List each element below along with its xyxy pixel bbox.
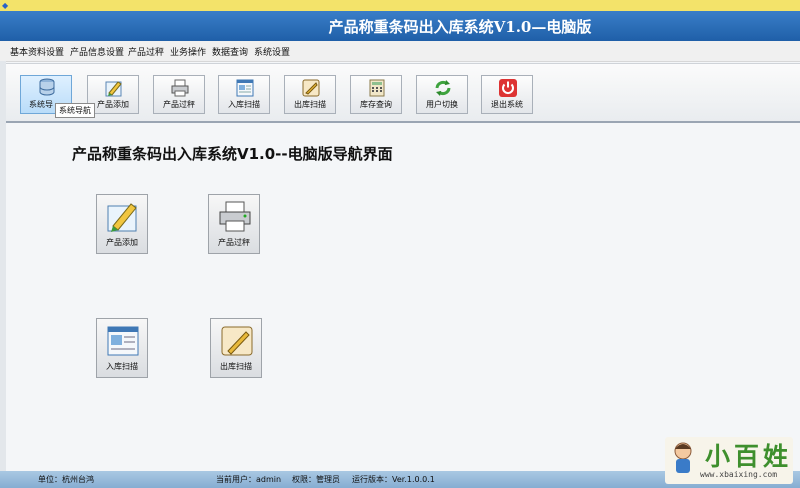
toolbar-product-weigh-button[interactable]: 产品过秤 [153,75,205,114]
watermark-url: www.xbaixing.com [700,470,778,479]
app-icon: ◆ [2,1,9,10]
printer-icon [171,79,189,97]
toolbar-product-weigh-label: 产品过秤 [163,100,195,109]
menu-product-info[interactable]: 产品信息设置 [70,45,124,58]
title-bar: 产品称重条码出入库系统V1.0—电脑版 [0,11,800,41]
tile-product-add-label: 产品添加 [106,238,138,247]
power-icon [499,79,517,97]
menu-business[interactable]: 业务操作 [170,45,206,58]
window-title: 产品称重条码出入库系统V1.0—电脑版 [328,18,592,36]
notepad-icon [221,326,253,356]
toolbar-exit-label: 退出系统 [491,100,523,109]
tile-product-weigh[interactable]: 产品过秤 [208,194,260,254]
watermark-logo: 小百姓 www.xbaixing.com [665,437,793,484]
document-icon [107,326,139,356]
notepad-icon [302,79,320,97]
toolbar-tooltip: 系统导航 [55,103,95,118]
refresh-icon [435,80,451,96]
menu-data-query[interactable]: 数据查询 [212,45,248,58]
status-version: 运行版本：Ver.1.0.0.1 [352,475,435,484]
top-strip: ◆ [0,0,800,11]
tile-inbound-scan[interactable]: 入库扫描 [96,318,148,378]
toolbar-product-add-label: 产品添加 [97,100,129,109]
toolbar-outbound-scan-button[interactable]: 出库扫描 [284,75,336,114]
toolbar-inbound-scan-button[interactable]: 入库扫描 [218,75,270,114]
pen-icon [107,203,137,232]
toolbar-exit-button[interactable]: 退出系统 [481,75,533,114]
toolbar-switch-user-button[interactable]: 用户切换 [416,75,468,114]
tile-product-weigh-label: 产品过秤 [218,238,250,247]
menu-bar: 基本资料设置 产品信息设置 产品过秤 业务操作 数据查询 系统设置 [0,41,800,62]
tile-inbound-scan-label: 入库扫描 [106,362,138,371]
tile-outbound-scan[interactable]: 出库扫描 [210,318,262,378]
toolbar-switch-user-label: 用户切换 [426,100,458,109]
status-unit: 单位：杭州台鸿 [38,475,94,484]
toolbar-outbound-scan-label: 出库扫描 [294,100,326,109]
tile-outbound-scan-label: 出库扫描 [220,362,252,371]
menu-basic-data[interactable]: 基本资料设置 [10,45,64,58]
tile-product-add[interactable]: 产品添加 [96,194,148,254]
page-heading: 产品称重条码出入库系统V1.0--电脑版导航界面 [72,145,393,163]
toolbar: 系统导 产品添加 产品过秤 入库扫描 出库扫描 库存查询 用户切换 退出系统 [6,63,800,123]
menu-product-weigh[interactable]: 产品过秤 [128,45,164,58]
menu-system-settings[interactable]: 系统设置 [254,45,290,58]
status-user: 当前用户：admin [216,475,282,484]
watermark-brand: 小百姓 [705,442,793,471]
status-role: 权限：管理员 [292,475,340,484]
toolbar-inbound-scan-label: 入库扫描 [228,100,260,109]
printer-icon [219,201,251,232]
document-icon [236,79,254,97]
database-icon [39,78,55,96]
toolbar-stock-query-label: 库存查询 [360,100,392,109]
mascot-icon [674,442,692,473]
pen-icon [105,81,122,97]
calculator-icon [369,79,385,97]
toolbar-stock-query-button[interactable]: 库存查询 [350,75,402,114]
